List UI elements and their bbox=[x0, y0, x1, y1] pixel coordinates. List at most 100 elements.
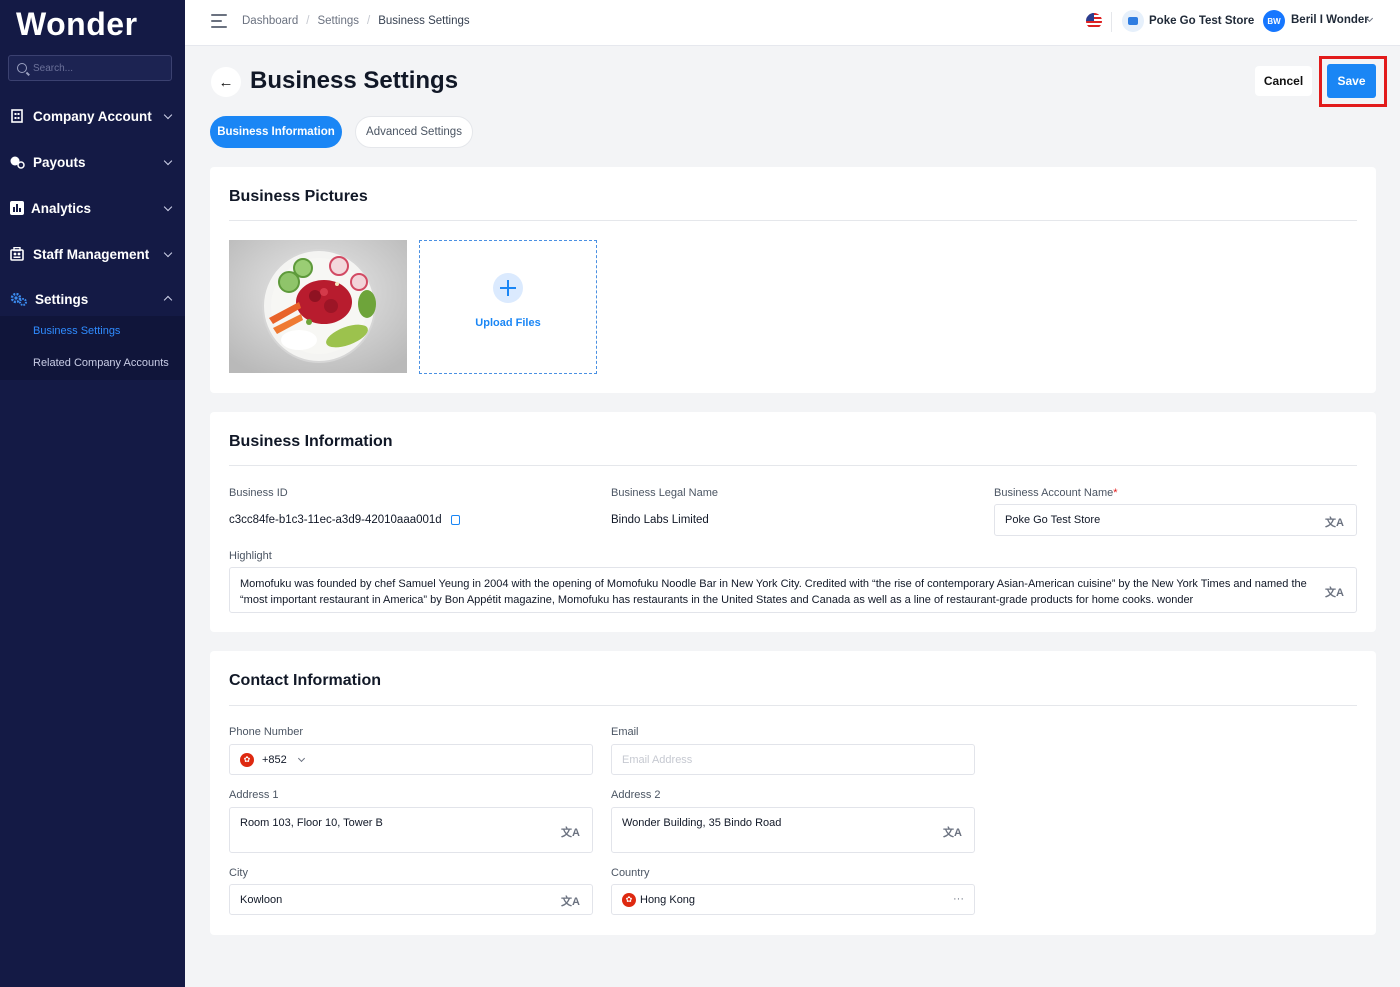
section-title: Contact Information bbox=[229, 672, 381, 689]
sidebar-item-label: Payouts bbox=[33, 154, 86, 170]
business-account-name-label: Business Account Name* bbox=[994, 487, 1118, 499]
address-1-field[interactable]: Room 103, Floor 10, Tower B 文A bbox=[229, 807, 593, 853]
country-select[interactable]: Hong Kong ··· bbox=[611, 884, 975, 915]
translate-icon[interactable]: 文A bbox=[561, 893, 580, 909]
settings-submenu: Business Settings Related Company Accoun… bbox=[0, 316, 185, 380]
plus-icon bbox=[493, 273, 523, 303]
address-1-value: Room 103, Floor 10, Tower B bbox=[240, 817, 383, 829]
chevron-up-icon bbox=[163, 295, 173, 305]
search-placeholder: Search... bbox=[33, 62, 74, 74]
chevron-down-icon bbox=[163, 248, 173, 258]
building-icon bbox=[10, 109, 24, 123]
city-label: City bbox=[229, 867, 248, 879]
search-icon bbox=[17, 63, 27, 73]
contact-information-card: Contact Information Phone Number +852 Em… bbox=[210, 651, 1376, 935]
sidebar-subitem-related-company-accounts[interactable]: Related Company Accounts bbox=[33, 357, 169, 369]
address-1-label: Address 1 bbox=[229, 789, 279, 801]
back-button[interactable]: ← bbox=[211, 67, 241, 97]
page-title: Business Settings bbox=[250, 67, 459, 94]
sidebar: Wonder Search... Company Account Payouts… bbox=[0, 0, 185, 987]
city-field[interactable]: Kowloon 文A bbox=[229, 884, 593, 915]
top-bar: Dashboard / Settings / Business Settings… bbox=[185, 0, 1400, 46]
wonder-logo[interactable]: Wonder bbox=[16, 6, 138, 43]
highlight-label: Highlight bbox=[229, 550, 272, 562]
section-title: Business Information bbox=[229, 433, 393, 450]
translate-icon[interactable]: 文A bbox=[943, 824, 962, 840]
email-placeholder: Email Address bbox=[622, 753, 693, 766]
address-2-label: Address 2 bbox=[611, 789, 661, 801]
translate-icon[interactable]: 文A bbox=[1325, 584, 1344, 600]
upload-files-dropzone[interactable]: Upload Files bbox=[419, 240, 597, 374]
divider bbox=[229, 465, 1357, 466]
breadcrumb: Dashboard / Settings / Business Settings bbox=[242, 15, 470, 27]
sidebar-item-company-account[interactable]: Company Account bbox=[0, 98, 185, 134]
country-label: Country bbox=[611, 867, 650, 879]
tab-business-information[interactable]: Business Information bbox=[210, 116, 342, 148]
sidebar-item-label: Company Account bbox=[33, 108, 152, 124]
sidebar-item-label: Staff Management bbox=[33, 246, 150, 262]
highlight-value: Momofuku was founded by chef Samuel Yeun… bbox=[240, 578, 1307, 606]
email-label: Email bbox=[611, 726, 639, 738]
copy-icon[interactable] bbox=[451, 515, 460, 525]
sidebar-item-label: Analytics bbox=[31, 200, 92, 216]
business-picture-thumbnail[interactable] bbox=[229, 240, 407, 373]
business-information-card: Business Information Business ID c3cc84f… bbox=[210, 412, 1376, 632]
breadcrumb-separator: / bbox=[306, 15, 310, 27]
business-pictures-card: Business Pictures Upload Files bbox=[210, 167, 1376, 393]
chevron-down-icon bbox=[163, 110, 173, 120]
menu-toggle-icon[interactable] bbox=[211, 14, 227, 28]
address-2-value: Wonder Building, 35 Bindo Road bbox=[622, 817, 782, 829]
sidebar-item-analytics[interactable]: Analytics bbox=[0, 190, 185, 226]
gears-icon bbox=[10, 292, 27, 306]
chevron-down-icon bbox=[163, 202, 173, 212]
chevron-down-icon bbox=[163, 156, 173, 166]
sidebar-search-input[interactable]: Search... bbox=[8, 55, 172, 81]
breadcrumb-dashboard[interactable]: Dashboard bbox=[242, 15, 298, 27]
required-marker: * bbox=[1113, 487, 1118, 499]
chevron-down-icon[interactable] bbox=[297, 754, 305, 762]
sidebar-item-staff-management[interactable]: Staff Management bbox=[0, 236, 185, 272]
sidebar-item-label: Settings bbox=[35, 291, 89, 307]
country-value: Hong Kong bbox=[640, 893, 696, 906]
business-account-name-field[interactable]: Poke Go Test Store 文A bbox=[994, 504, 1357, 536]
sidebar-item-payouts[interactable]: Payouts bbox=[0, 144, 185, 180]
email-field[interactable]: Email Address bbox=[611, 744, 975, 775]
user-menu[interactable]: Beril I Wonder bbox=[1291, 14, 1369, 26]
label-text: Business Account Name bbox=[994, 487, 1114, 499]
city-value: Kowloon bbox=[240, 893, 283, 906]
hong-kong-flag-icon bbox=[240, 752, 254, 767]
phone-country-code[interactable]: +852 bbox=[262, 754, 287, 766]
translate-icon[interactable]: 文A bbox=[561, 824, 580, 840]
sidebar-item-settings[interactable]: Settings bbox=[0, 281, 185, 317]
business-id-label: Business ID bbox=[229, 487, 288, 499]
highlight-field[interactable]: Momofuku was founded by chef Samuel Yeun… bbox=[229, 567, 1357, 613]
business-legal-name-label: Business Legal Name bbox=[611, 487, 719, 499]
breadcrumb-settings[interactable]: Settings bbox=[317, 15, 359, 27]
divider bbox=[229, 220, 1357, 221]
phone-number-label: Phone Number bbox=[229, 726, 303, 738]
phone-number-field[interactable]: +852 bbox=[229, 744, 593, 775]
translate-icon[interactable]: 文A bbox=[1325, 514, 1344, 530]
avatar[interactable]: BW bbox=[1263, 10, 1285, 32]
divider bbox=[229, 705, 1357, 706]
sidebar-subitem-business-settings[interactable]: Business Settings bbox=[33, 325, 120, 337]
save-button[interactable]: Save bbox=[1327, 64, 1376, 98]
more-options-icon[interactable]: ··· bbox=[953, 893, 964, 905]
bar-chart-icon bbox=[10, 201, 24, 215]
breadcrumb-separator: / bbox=[367, 15, 371, 27]
divider bbox=[1111, 12, 1112, 32]
cancel-button[interactable]: Cancel bbox=[1255, 66, 1312, 96]
breadcrumb-current: Business Settings bbox=[378, 15, 470, 27]
business-id-value: c3cc84fe-b1c3-11ec-a3d9-42010aaa001d bbox=[229, 514, 442, 526]
store-icon[interactable] bbox=[1122, 10, 1144, 32]
business-account-name-value: Poke Go Test Store bbox=[1005, 514, 1101, 526]
business-legal-name-value: Bindo Labs Limited bbox=[611, 514, 709, 526]
us-flag-language-icon[interactable] bbox=[1086, 13, 1102, 29]
store-switcher[interactable]: Poke Go Test Store bbox=[1149, 15, 1254, 27]
staff-icon bbox=[10, 246, 24, 261]
hong-kong-flag-icon bbox=[622, 892, 636, 907]
tab-advanced-settings[interactable]: Advanced Settings bbox=[355, 116, 473, 148]
address-2-field[interactable]: Wonder Building, 35 Bindo Road 文A bbox=[611, 807, 975, 853]
section-title: Business Pictures bbox=[229, 188, 368, 205]
coins-icon bbox=[10, 155, 25, 169]
